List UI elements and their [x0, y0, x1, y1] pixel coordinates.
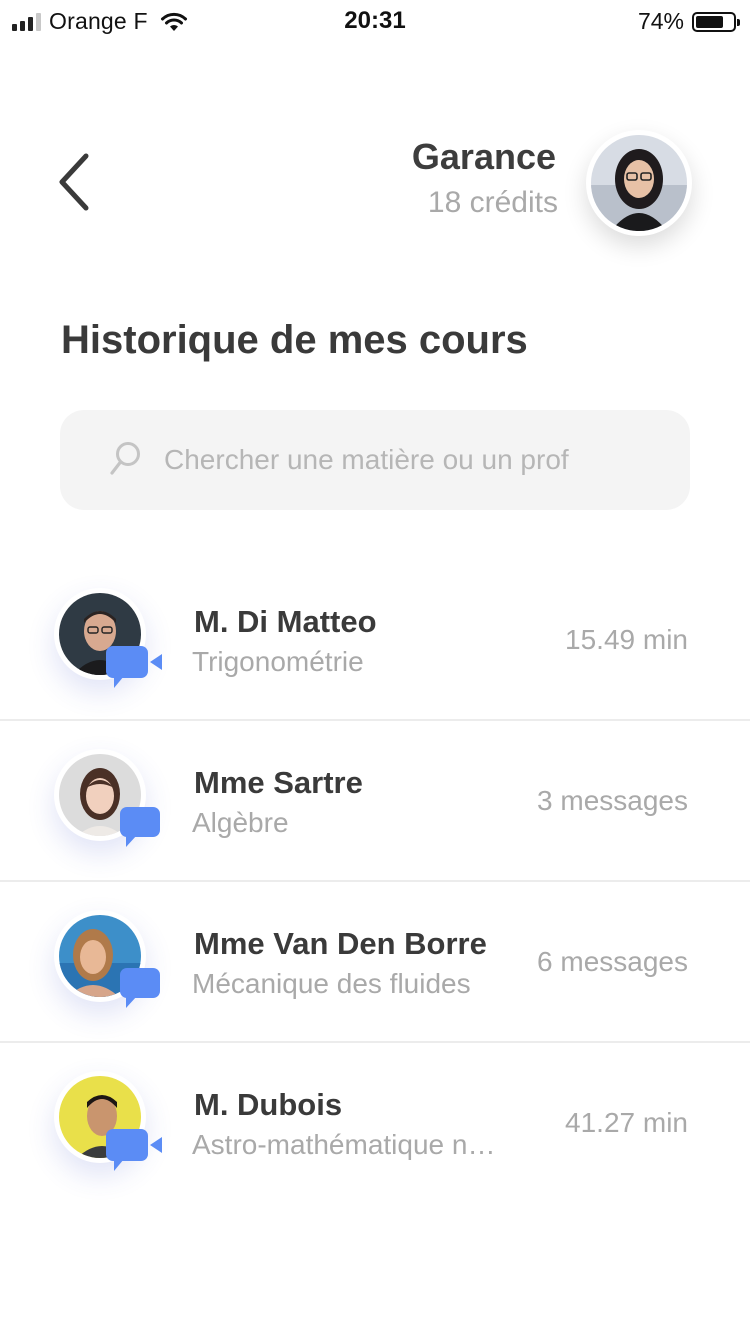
teacher-name: Mme Sartre — [194, 765, 363, 800]
course-row[interactable]: Mme Sartre Algèbre 3 messages — [0, 721, 750, 882]
video-chat-icon — [106, 646, 162, 688]
video-chat-icon — [106, 1129, 162, 1171]
course-subject: Algèbre — [192, 807, 289, 838]
profile-avatar[interactable] — [586, 130, 692, 236]
teacher-name: M. Dubois — [194, 1087, 343, 1122]
profile-credits: 18 crédits — [427, 186, 558, 219]
page-title: Historique de mes cours — [61, 318, 528, 362]
course-history-list: M. Di Matteo Trigonométrie 15.49 min Mme… — [0, 560, 750, 1204]
avatar-photo — [591, 135, 687, 231]
back-button[interactable] — [52, 150, 102, 214]
course-subject: Trigonométrie — [192, 646, 364, 677]
course-subject: Astro-mathématique n… — [192, 1129, 496, 1160]
profile-name: Garance — [411, 136, 556, 177]
battery-icon — [692, 11, 740, 32]
course-subject: Mécanique des fluides — [192, 968, 471, 999]
course-duration: 41.27 min — [565, 1107, 688, 1138]
chevron-left-icon — [59, 153, 89, 211]
chat-bubble-icon — [120, 807, 160, 847]
search-input[interactable] — [164, 438, 664, 482]
message-count: 6 messages — [537, 946, 688, 977]
status-bar-right: 74% — [637, 8, 740, 35]
course-row[interactable]: M. Dubois Astro-mathématique n… 41.27 mi… — [0, 1043, 750, 1204]
course-duration: 15.49 min — [565, 624, 688, 655]
battery-level-fill — [696, 15, 723, 28]
search-icon — [110, 442, 140, 475]
status-bar: Orange F 20:31 74% — [0, 0, 750, 42]
chat-bubble-icon — [120, 968, 160, 1008]
message-count: 3 messages — [537, 785, 688, 816]
course-row[interactable]: M. Di Matteo Trigonométrie 15.49 min — [0, 560, 750, 721]
battery-percent: 74% — [637, 8, 684, 34]
teacher-name: Mme Van Den Borre — [194, 926, 487, 961]
search-bar[interactable] — [60, 410, 690, 510]
course-row[interactable]: Mme Van Den Borre Mécanique des fluides … — [0, 882, 750, 1043]
teacher-name: M. Di Matteo — [194, 604, 377, 639]
